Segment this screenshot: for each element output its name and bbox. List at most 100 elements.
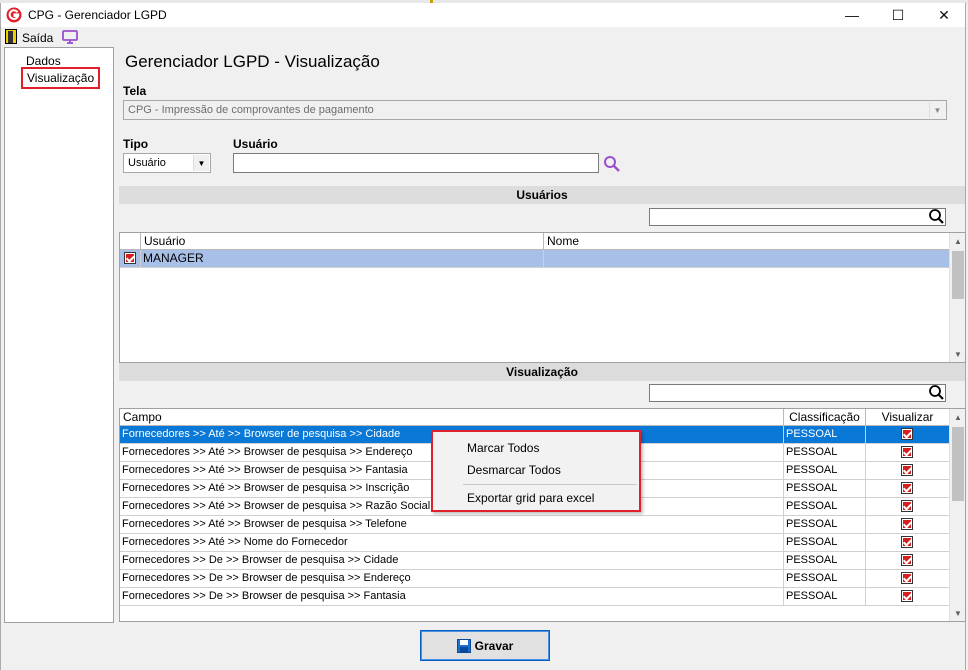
save-button[interactable]: Gravar (420, 630, 550, 661)
tree-item-visualizacao[interactable]: Visualização (21, 67, 101, 89)
visualizar-cell[interactable] (866, 516, 949, 534)
usuario-cell: MANAGER (141, 250, 544, 268)
users-search-input[interactable] (649, 208, 946, 226)
scrollbar-thumb[interactable] (952, 427, 964, 501)
classificacao-cell: PESSOAL (784, 426, 866, 444)
navigation-tree: Dados Visualização (4, 47, 114, 623)
scroll-up-icon[interactable]: ▲ (950, 409, 965, 425)
usuario-label: Usuário (233, 137, 278, 151)
search-icon[interactable] (603, 155, 621, 173)
tipo-select-value: Usuário (128, 157, 166, 169)
classificacao-cell: PESSOAL (784, 516, 866, 534)
monitor-icon[interactable] (62, 30, 78, 44)
minimize-button[interactable]: — (829, 3, 875, 27)
checkbox-checked-icon[interactable] (901, 446, 913, 458)
app-window: CPG - Gerenciador LGPD — ☐ ✕ Saída Dados… (0, 3, 966, 670)
classificacao-cell: PESSOAL (784, 480, 866, 498)
exit-menu-item[interactable]: Saída (22, 31, 53, 45)
scrollbar-thumb[interactable] (952, 251, 964, 299)
campo-cell: Fornecedores >> De >> Browser de pesquis… (120, 588, 784, 606)
floppy-disk-icon (456, 638, 471, 653)
tipo-label: Tipo (123, 137, 149, 151)
checkbox-checked-icon[interactable] (901, 428, 913, 440)
search-icon[interactable] (928, 384, 946, 402)
checkbox-checked-icon[interactable] (901, 590, 913, 602)
header-check-cell (120, 233, 141, 250)
tipo-select[interactable]: Usuário ▼ (123, 153, 211, 173)
menu-item-desmarcar-todos[interactable]: Desmarcar Todos (467, 463, 561, 477)
classificacao-cell: PESSOAL (784, 588, 866, 606)
visualizar-cell[interactable] (866, 588, 949, 606)
visualizar-cell[interactable] (866, 426, 949, 444)
maximize-button[interactable]: ☐ (875, 3, 921, 27)
scroll-down-icon[interactable]: ▼ (950, 605, 965, 621)
tree-item-dados[interactable]: Dados (26, 54, 61, 68)
context-menu: Marcar Todos Desmarcar Todos Exportar gr… (431, 430, 641, 512)
usuario-input[interactable] (233, 153, 599, 173)
tela-label: Tela (123, 84, 147, 98)
view-section-header: Visualização (119, 363, 965, 381)
visualizar-cell[interactable] (866, 552, 949, 570)
users-section-header: Usuários (119, 186, 965, 204)
checkbox-checked-icon[interactable] (901, 464, 913, 476)
row-check-cell[interactable] (120, 250, 141, 268)
menu-separator (463, 484, 637, 485)
classificacao-cell: PESSOAL (784, 570, 866, 588)
classificacao-cell: PESSOAL (784, 498, 866, 516)
view-grid-scrollbar[interactable]: ▲ ▼ (949, 409, 965, 621)
visualizar-cell[interactable] (866, 462, 949, 480)
visualizar-cell[interactable] (866, 534, 949, 552)
checkbox-checked-icon[interactable] (901, 482, 913, 494)
checkbox-checked-icon[interactable] (901, 554, 913, 566)
app-logo-icon (6, 7, 22, 23)
column-header-usuario[interactable]: Usuário (141, 233, 544, 250)
column-header-classificacao[interactable]: Classificação (784, 409, 866, 426)
window-title: CPG - Gerenciador LGPD (28, 8, 167, 22)
checkbox-checked-icon[interactable] (124, 252, 136, 264)
scroll-up-icon[interactable]: ▲ (950, 233, 965, 249)
search-icon[interactable] (928, 208, 946, 226)
campo-cell: Fornecedores >> Até >> Nome do Fornecedo… (120, 534, 784, 552)
save-button-label: Gravar (474, 638, 514, 653)
checkbox-checked-icon[interactable] (901, 518, 913, 530)
classificacao-cell: PESSOAL (784, 534, 866, 552)
tela-select-value: CPG - Impressão de comprovantes de pagam… (128, 104, 374, 116)
table-row[interactable]: MANAGER (120, 250, 949, 268)
nome-cell (544, 250, 949, 268)
classificacao-cell: PESSOAL (784, 444, 866, 462)
checkbox-checked-icon[interactable] (901, 572, 913, 584)
tela-select[interactable]: CPG - Impressão de comprovantes de pagam… (123, 100, 947, 120)
scroll-down-icon[interactable]: ▼ (950, 346, 965, 362)
campo-cell: Fornecedores >> Até >> Browser de pesqui… (120, 516, 784, 534)
checkbox-checked-icon[interactable] (901, 500, 913, 512)
exit-door-icon[interactable] (5, 29, 17, 44)
visualizar-cell[interactable] (866, 444, 949, 462)
column-header-visualizar[interactable]: Visualizar (866, 409, 949, 426)
table-row[interactable]: Fornecedores >> Até >> Nome do Fornecedo… (120, 534, 949, 552)
table-row[interactable]: Fornecedores >> De >> Browser de pesquis… (120, 588, 949, 606)
table-row[interactable]: Fornecedores >> De >> Browser de pesquis… (120, 570, 949, 588)
users-grid-scrollbar[interactable]: ▲ ▼ (949, 233, 965, 362)
main-content: Gerenciador LGPD - Visualização Tela CPG… (118, 47, 967, 623)
visualizar-cell[interactable] (866, 498, 949, 516)
classificacao-cell: PESSOAL (784, 462, 866, 480)
table-row[interactable]: Fornecedores >> De >> Browser de pesquis… (120, 552, 949, 570)
menu-bar: Saída (1, 27, 965, 47)
column-header-campo[interactable]: Campo (120, 409, 784, 426)
chevron-down-icon: ▼ (929, 102, 945, 118)
table-row[interactable]: Fornecedores >> Até >> Browser de pesqui… (120, 516, 949, 534)
close-button[interactable]: ✕ (921, 3, 967, 27)
checkbox-checked-icon[interactable] (901, 536, 913, 548)
classificacao-cell: PESSOAL (784, 552, 866, 570)
view-search-input[interactable] (649, 384, 946, 402)
menu-item-marcar-todos[interactable]: Marcar Todos (467, 441, 539, 455)
campo-cell: Fornecedores >> De >> Browser de pesquis… (120, 552, 784, 570)
visualizar-cell[interactable] (866, 480, 949, 498)
chevron-down-icon: ▼ (193, 155, 209, 171)
users-grid-header: Usuário Nome (120, 233, 949, 250)
visualizar-cell[interactable] (866, 570, 949, 588)
column-header-nome[interactable]: Nome (544, 233, 949, 250)
menu-item-exportar-excel[interactable]: Exportar grid para excel (467, 491, 594, 505)
campo-cell: Fornecedores >> De >> Browser de pesquis… (120, 570, 784, 588)
users-grid: Usuário Nome MANAGER ▲ ▼ (119, 232, 966, 363)
